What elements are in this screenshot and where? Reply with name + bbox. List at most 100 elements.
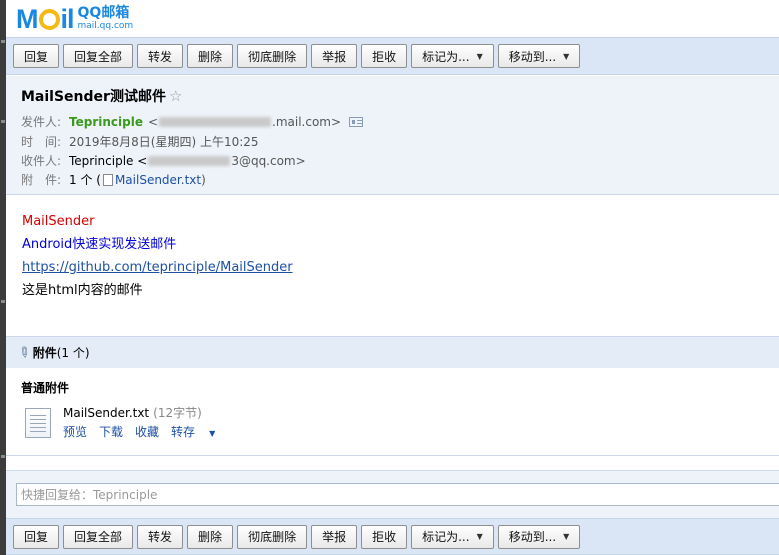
time-label: 时 间: xyxy=(21,135,62,149)
reject-button-label: 拒收 xyxy=(372,49,397,64)
edge-mark xyxy=(1,455,5,458)
from-row: 发件人: Teprinciple < .mail.com> xyxy=(21,113,364,130)
caret-down-icon: ▼ xyxy=(563,532,570,541)
delete-button[interactable]: 删除 xyxy=(187,44,234,68)
edge-mark xyxy=(1,300,5,303)
permanent-delete-button[interactable]: 彻底删除 xyxy=(237,524,308,549)
body-github-link[interactable]: https://github.com/teprinciple/MailSende… xyxy=(22,256,293,279)
logo-o-icon xyxy=(38,9,60,30)
attachments-title: 附件 xyxy=(32,346,57,360)
permanent-delete-button-label: 彻底删除 xyxy=(248,530,297,544)
reply-button[interactable]: 回复 xyxy=(13,44,60,68)
body-line-html-note: 这是html内容的邮件 xyxy=(22,283,143,298)
to-row: 收件人: Teprinciple < 3@qq.com> xyxy=(21,152,306,169)
mark-as-dropdown[interactable]: 标记为... ▼ xyxy=(411,44,494,68)
forward-button-label: 转发 xyxy=(148,530,173,544)
reply-all-button[interactable]: 回复全部 xyxy=(63,44,134,68)
attachment-file-size: (12字节) xyxy=(153,406,202,420)
logo-cn-name: QQ邮箱 xyxy=(77,5,130,21)
mark-as-label: 标记为... xyxy=(422,49,470,64)
logo-subtitle: QQ邮箱 mail.qq.com xyxy=(77,5,134,33)
forward-button[interactable]: 转发 xyxy=(137,524,184,549)
redacted-email xyxy=(159,116,272,127)
mail-header: MailSender测试邮件 ☆ 发件人: Teprinciple < .mai… xyxy=(6,76,779,195)
reply-all-button-label: 回复全部 xyxy=(74,530,123,544)
attachment-label: 附 件: xyxy=(21,173,62,187)
move-to-dropdown[interactable]: 移动到... ▼ xyxy=(497,44,581,68)
caret-down-icon: ▼ xyxy=(476,532,483,541)
report-button-label: 举报 xyxy=(322,530,347,544)
text-file-icon[interactable] xyxy=(25,408,51,438)
save-to-dropdown[interactable]: 转存 ▼ xyxy=(171,423,227,440)
reply-button[interactable]: 回复 xyxy=(13,524,60,549)
attachments-header: ✎ 附件 (1 个) xyxy=(6,336,779,368)
sender-name[interactable]: Teprinciple xyxy=(69,115,143,129)
edge-mark xyxy=(1,40,5,43)
reject-button[interactable]: 拒收 xyxy=(361,524,408,549)
attachment-close-paren: ) xyxy=(201,172,206,187)
contact-card-icon[interactable] xyxy=(349,116,364,127)
subject-text: MailSender测试邮件 xyxy=(21,89,166,105)
attachment-file: MailSender.txt (12字节) xyxy=(63,404,202,421)
paperclip-icon: ✎ xyxy=(14,342,34,363)
reply-button-label: 回复 xyxy=(24,530,49,544)
delete-button[interactable]: 删除 xyxy=(187,524,234,549)
permanent-delete-button-label: 彻底删除 xyxy=(248,49,297,64)
logo-bar: Mil QQ邮箱 mail.qq.com xyxy=(6,0,779,36)
forward-button[interactable]: 转发 xyxy=(137,44,184,68)
time-value: 2019年8月8日(星期四) 上午10:25 xyxy=(69,135,259,149)
reject-button[interactable]: 拒收 xyxy=(361,44,408,68)
recipient-email-suffix: 3@qq.com> xyxy=(231,153,306,168)
report-button[interactable]: 举报 xyxy=(311,44,358,68)
star-icon[interactable]: ☆ xyxy=(169,87,182,105)
sender-email-suffix: .mail.com> xyxy=(272,114,342,129)
recipient-name[interactable]: Teprinciple < xyxy=(69,154,147,168)
sender-email-prefix: < xyxy=(147,114,159,129)
delete-button-label: 删除 xyxy=(198,530,223,544)
move-to-label: 移动到... xyxy=(508,530,557,544)
redacted-email xyxy=(148,155,231,166)
quick-reply-area: 快捷回复给：Teprinciple xyxy=(6,470,779,518)
mail-toolbar-bottom: 回复 回复全部 转发 删除 彻底删除 举报 拒收 标记为... ▼ 移动到... ▼ xyxy=(6,518,779,555)
qq-mail-logo[interactable]: Mil QQ邮箱 mail.qq.com xyxy=(16,3,133,33)
body-line-title: MailSender xyxy=(22,214,95,229)
reply-all-button-label: 回复全部 xyxy=(74,49,123,64)
attachment-count: 1 个 ( xyxy=(69,173,101,187)
delete-button-label: 删除 xyxy=(198,49,223,64)
file-icon xyxy=(102,173,113,186)
reply-all-button[interactable]: 回复全部 xyxy=(63,524,134,549)
quick-reply-input[interactable]: 快捷回复给：Teprinciple xyxy=(16,483,779,506)
edge-mark xyxy=(1,120,5,123)
caret-down-icon: ▼ xyxy=(476,51,483,61)
save-to-label: 转存 xyxy=(171,425,196,439)
normal-attachments-title: 普通附件 xyxy=(21,381,70,395)
permanent-delete-button[interactable]: 彻底删除 xyxy=(237,44,308,68)
move-to-label: 移动到... xyxy=(508,49,557,64)
mark-as-dropdown[interactable]: 标记为... ▼ xyxy=(411,524,494,549)
mark-as-label: 标记为... xyxy=(422,530,470,544)
mail-toolbar-top: 回复 回复全部 转发 删除 彻底删除 举报 拒收 标记为... ▼ 移动到... ▼ xyxy=(6,37,779,75)
attachment-file-name[interactable]: MailSender.txt xyxy=(63,406,149,420)
mail-subject: MailSender测试邮件 ☆ xyxy=(21,86,182,106)
attachments-count: (1 个) xyxy=(56,346,90,360)
logo-wordmark: Mil xyxy=(16,4,75,34)
attachment-link[interactable]: MailSender.txt xyxy=(115,173,201,187)
forward-button-label: 转发 xyxy=(148,49,173,64)
from-label: 发件人: xyxy=(21,115,62,129)
attachment-actions: 预览 下载 收藏 转存 ▼ xyxy=(63,423,239,440)
report-button[interactable]: 举报 xyxy=(311,524,358,549)
download-link[interactable]: 下载 xyxy=(99,423,123,440)
favorite-link[interactable]: 收藏 xyxy=(135,423,159,440)
quick-reply-placeholder: 快捷回复给：Teprinciple xyxy=(21,488,158,502)
report-button-label: 举报 xyxy=(322,49,347,64)
time-row: 时 间: 2019年8月8日(星期四) 上午10:25 xyxy=(21,133,259,150)
move-to-dropdown[interactable]: 移动到... ▼ xyxy=(497,524,581,549)
mail-body: MailSender Android快速实现发送邮件 https://githu… xyxy=(22,210,293,302)
caret-down-icon: ▼ xyxy=(209,429,216,438)
attachments-panel: 普通附件 MailSender.txt (12字节) 预览 下载 收藏 转存 ▼ xyxy=(6,368,779,456)
preview-link[interactable]: 预览 xyxy=(63,423,87,440)
reply-button-label: 回复 xyxy=(24,49,49,64)
attachment-row: 附 件: 1 个 ( MailSender.txt ) xyxy=(21,171,206,188)
to-label: 收件人: xyxy=(21,154,62,168)
logo-url: mail.qq.com xyxy=(77,21,134,31)
